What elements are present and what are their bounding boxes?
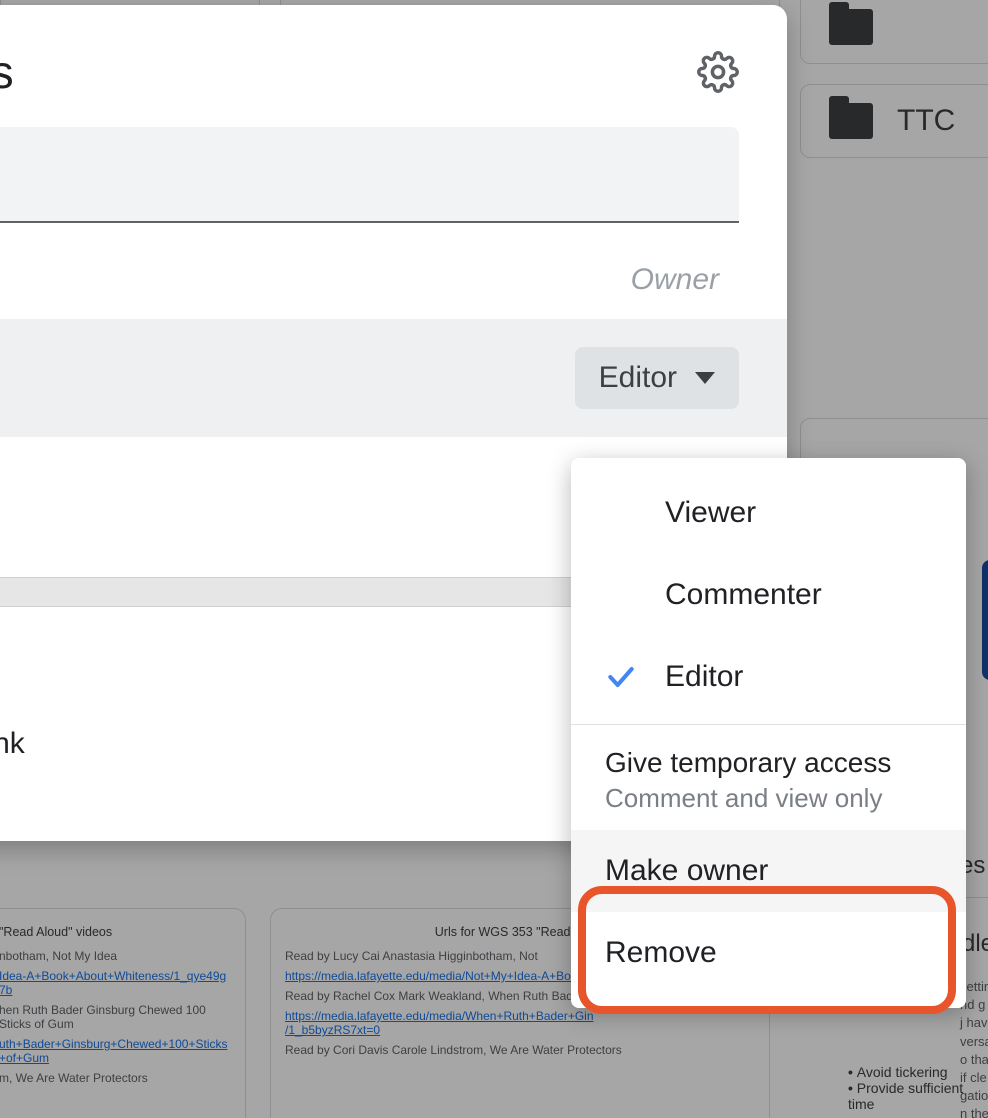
- doc-link[interactable]: uth+Bader+Ginsburg+Chewed+100+Sticks+of+…: [0, 1037, 231, 1065]
- share-people-input[interactable]: [0, 127, 739, 223]
- doc-title: "Read Aloud" videos: [0, 925, 231, 939]
- menu-item-label: Give temporary access: [605, 747, 932, 779]
- menu-item-editor[interactable]: Editor: [571, 636, 966, 718]
- menu-item-make-owner[interactable]: Make owner: [571, 830, 966, 912]
- menu-divider: [571, 724, 966, 725]
- check-icon: [605, 661, 637, 693]
- folder-chip-ttc[interactable]: TTC: [800, 84, 988, 158]
- doc-line: m, We Are Water Protectors: [0, 1071, 231, 1085]
- role-menu: Viewer Commenter Editor Give temporary a…: [571, 458, 966, 1008]
- scroll-pill[interactable]: [982, 560, 988, 680]
- folder-icon: [829, 103, 873, 139]
- doc-card[interactable]: "Read Aloud" videos nbotham, Not My Idea…: [0, 908, 246, 1118]
- menu-item-label: Viewer: [665, 496, 756, 530]
- check-icon-placeholder: [605, 579, 637, 611]
- bg-bullets: Avoid tickering Provide sufficient time: [848, 1064, 988, 1112]
- role-dropdown-button[interactable]: Editor: [575, 347, 739, 409]
- menu-item-viewer[interactable]: Viewer: [571, 472, 966, 554]
- menu-item-temporary-access[interactable]: Give temporary access Comment and view o…: [571, 731, 966, 830]
- check-icon-placeholder: [605, 497, 637, 529]
- doc-line: nbotham, Not My Idea: [0, 949, 231, 963]
- bullet-item: Provide sufficient time: [848, 1080, 988, 1112]
- share-input-wrap: [0, 127, 787, 235]
- menu-item-remove[interactable]: Remove: [571, 912, 966, 994]
- menu-item-label: Make owner: [605, 854, 768, 888]
- doc-link[interactable]: https://media.lafayette.edu/media/When+R…: [285, 1009, 755, 1023]
- folder-label: TTC: [897, 104, 955, 138]
- menu-item-label: Remove: [605, 936, 717, 970]
- menu-item-label: Editor: [665, 660, 743, 694]
- doc-line: Read by Cori Davis Carole Lindstrom, We …: [285, 1043, 755, 1057]
- bullet-item: Avoid tickering: [848, 1064, 988, 1080]
- folder-chip[interactable]: [800, 0, 988, 64]
- share-title: and groups: [0, 45, 13, 99]
- menu-item-description: Comment and view only: [605, 783, 932, 814]
- collaborator-row: Editor: [0, 319, 787, 437]
- folder-icon: [829, 9, 873, 45]
- menu-item-label: Commenter: [665, 578, 822, 612]
- menu-item-commenter[interactable]: Commenter: [571, 554, 966, 636]
- gear-icon[interactable]: [697, 51, 739, 93]
- doc-link[interactable]: Idea-A+Book+About+Whiteness/1_qye49g7b: [0, 969, 231, 997]
- role-dropdown-label: Editor: [599, 361, 677, 395]
- doc-line: hen Ruth Bader Ginsburg Chewed 100 Stick…: [0, 1003, 231, 1031]
- share-header: and groups: [0, 5, 787, 127]
- doc-link[interactable]: /1_b5byzRS7xt=0: [285, 1023, 755, 1037]
- chevron-down-icon: [695, 372, 715, 384]
- owner-label: Owner: [0, 235, 787, 319]
